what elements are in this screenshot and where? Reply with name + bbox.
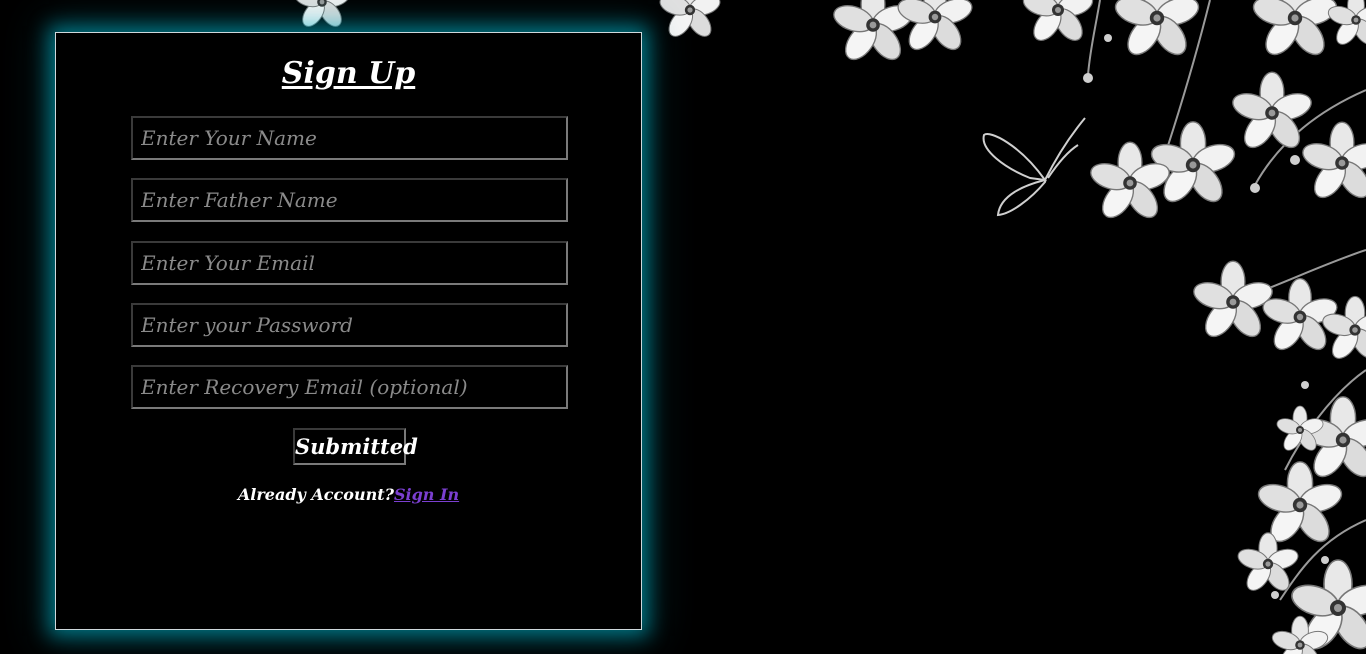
signin-link[interactable]: Sign In [394,485,459,504]
already-account-text: Already Account? [237,485,394,504]
butterfly-icon [982,117,1086,217]
page-title: Sign Up [281,56,416,91]
submit-button[interactable]: Submitted [293,428,418,465]
recovery-email-input[interactable] [131,365,568,409]
password-input[interactable] [131,303,568,347]
signin-prompt: Already Account?Sign In [55,485,642,504]
email-input[interactable] [131,241,568,285]
father-name-input[interactable] [131,178,568,222]
name-input[interactable] [131,116,568,160]
